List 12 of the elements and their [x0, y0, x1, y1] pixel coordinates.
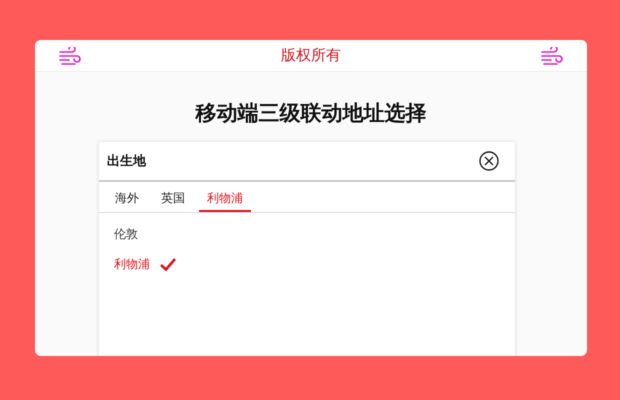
location-tab[interactable]: 利物浦 — [199, 182, 251, 212]
header-title: 版权所有 — [281, 46, 341, 65]
location-tab[interactable]: 英国 — [153, 182, 193, 212]
location-tab[interactable]: 海外 — [107, 182, 147, 212]
close-icon[interactable] — [479, 151, 499, 171]
location-option[interactable]: 伦敦 — [114, 226, 138, 242]
location-option[interactable]: 利物浦 — [114, 256, 150, 272]
checkmark-icon — [160, 258, 176, 270]
wind-icon — [541, 46, 563, 64]
page-heading: 移动端三级联动地址选择 — [196, 100, 426, 127]
picker-title: 出生地 — [107, 153, 146, 170]
wind-icon — [59, 46, 81, 64]
